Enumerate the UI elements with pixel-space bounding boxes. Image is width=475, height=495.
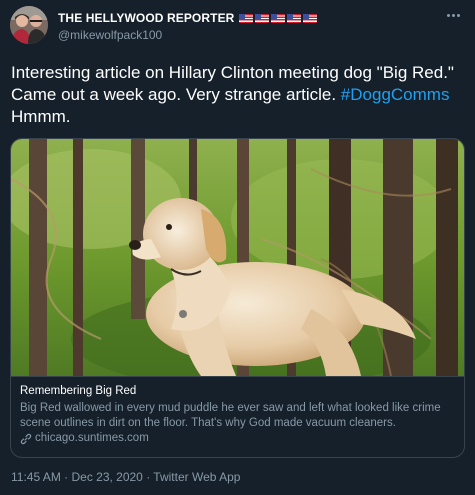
- avatar[interactable]: [10, 6, 48, 44]
- name-row: THE HELLYWOOD REPORTER: [58, 10, 318, 26]
- us-flag-icon: [287, 13, 302, 23]
- hashtag-link[interactable]: #DoggComms: [341, 85, 450, 104]
- tweet-text: Interesting article on Hillary Clinton m…: [11, 62, 466, 128]
- card-image[interactable]: [11, 139, 464, 376]
- card-description: Big Red wallowed in every mud puddle he …: [20, 402, 441, 429]
- us-flag-icon: [271, 13, 286, 23]
- us-flag-icon: [303, 13, 318, 23]
- card-domain: chicago.suntimes.com: [35, 432, 149, 444]
- flag-emojis: [239, 13, 318, 23]
- dog-photo: [11, 139, 464, 376]
- link-icon: [20, 433, 32, 444]
- us-flag-icon: [255, 13, 270, 23]
- tweet: THE HELLYWOOD REPORTER @mikewolfpack100 …: [0, 0, 475, 495]
- card-title: Remembering Big Red: [20, 385, 137, 397]
- card-text[interactable]: Remembering Big Red Big Red wallowed in …: [11, 376, 464, 457]
- display-name[interactable]: THE HELLYWOOD REPORTER: [58, 11, 234, 25]
- us-flag-icon: [239, 13, 254, 23]
- avatar-image: [10, 6, 48, 44]
- card-domain-row: chicago.suntimes.com: [20, 431, 455, 446]
- tweet-text-tail: Hmmm.: [11, 107, 71, 126]
- link-card[interactable]: Remembering Big Red Big Red wallowed in …: [10, 138, 465, 458]
- tweet-timestamp[interactable]: 11:45 AM · Dec 23, 2020 · Twitter Web Ap…: [11, 470, 240, 484]
- more-options-icon[interactable]: [443, 8, 463, 22]
- user-handle[interactable]: @mikewolfpack100: [58, 28, 162, 42]
